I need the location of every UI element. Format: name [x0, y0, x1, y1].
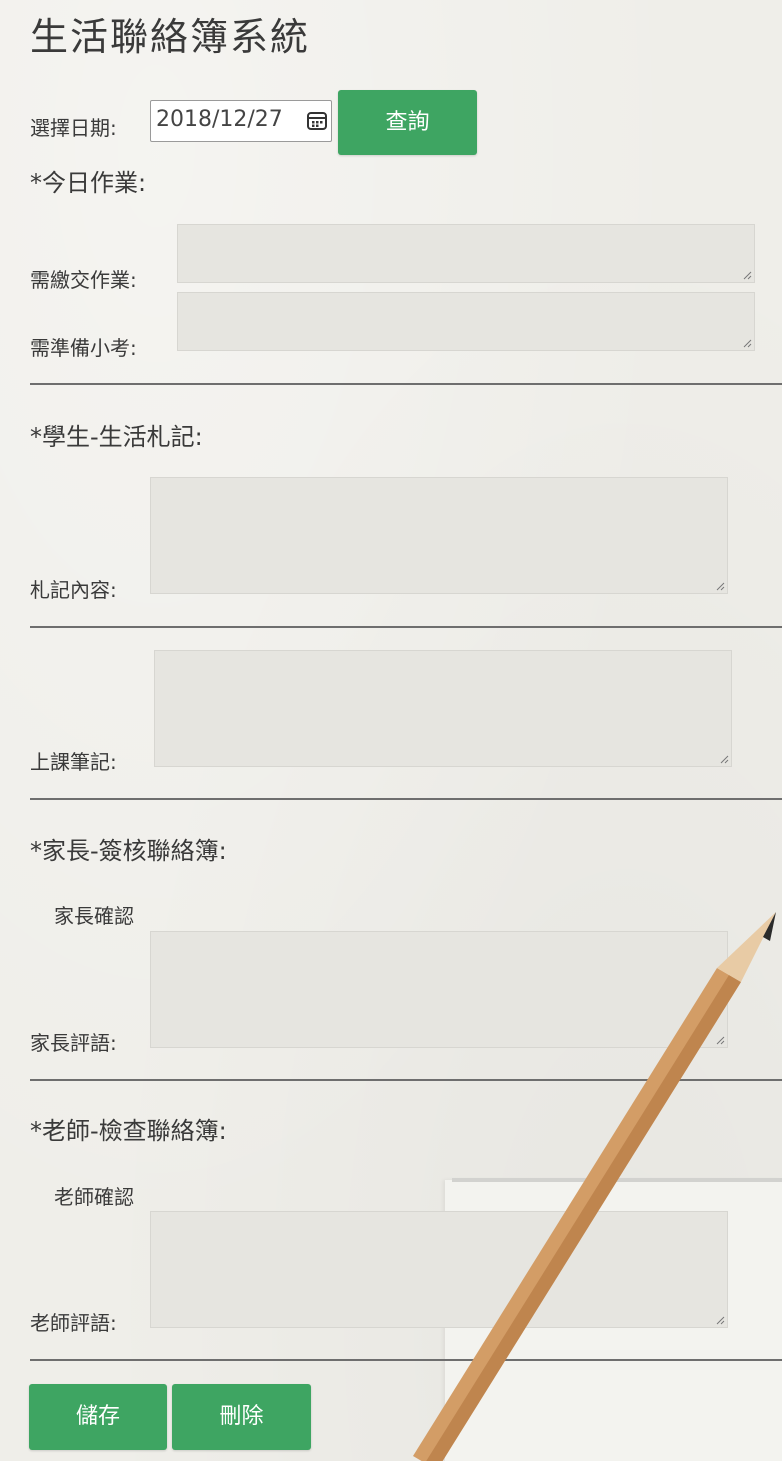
decorative-card-edge [452, 1178, 782, 1182]
journal-label: 札記內容: [30, 578, 117, 602]
section-divider [30, 1359, 782, 1361]
resize-grip-icon[interactable] [716, 1316, 725, 1325]
teacher-section-title: *老師-檢查聯絡簿: [30, 1117, 227, 1145]
homework-submit-label: 需繳交作業: [30, 268, 137, 292]
class-notes-textarea[interactable] [154, 650, 732, 767]
section-divider [30, 798, 782, 800]
calendar-icon[interactable] [306, 110, 328, 132]
section-divider [30, 626, 782, 628]
homework-submit-textarea[interactable] [177, 224, 755, 283]
pencil-lead [763, 912, 776, 941]
delete-button[interactable]: 刪除 [172, 1384, 311, 1450]
save-button[interactable]: 儲存 [29, 1384, 167, 1450]
date-value: 2018/12/27 [156, 107, 283, 132]
class-notes-label: 上課筆記: [30, 750, 117, 774]
student-section-title: *學生-生活札記: [30, 423, 203, 451]
parent-comment-label: 家長評語: [30, 1031, 117, 1055]
page-title: 生活聯絡簿系統 [30, 15, 311, 59]
homework-quiz-label: 需準備小考: [30, 336, 137, 360]
teacher-confirm-label[interactable]: 老師確認 [54, 1181, 134, 1210]
homework-quiz-textarea[interactable] [177, 292, 755, 351]
section-divider [30, 1079, 782, 1081]
homework-section-title: *今日作業: [30, 169, 147, 197]
journal-textarea[interactable] [150, 477, 728, 594]
teacher-comment-label: 老師評語: [30, 1311, 117, 1335]
parent-comment-textarea[interactable] [150, 931, 728, 1048]
query-button[interactable]: 查詢 [338, 90, 477, 155]
date-input[interactable]: 2018/12/27 [150, 100, 332, 142]
resize-grip-icon[interactable] [743, 271, 752, 280]
section-divider [30, 383, 782, 385]
parent-confirm-label[interactable]: 家長確認 [54, 900, 134, 929]
date-label: 選擇日期: [30, 116, 117, 140]
resize-grip-icon[interactable] [716, 582, 725, 591]
teacher-comment-textarea[interactable] [150, 1211, 728, 1328]
resize-grip-icon[interactable] [743, 339, 752, 348]
resize-grip-icon[interactable] [716, 1036, 725, 1045]
parent-section-title: *家長-簽核聯絡簿: [30, 837, 227, 865]
resize-grip-icon[interactable] [720, 755, 729, 764]
